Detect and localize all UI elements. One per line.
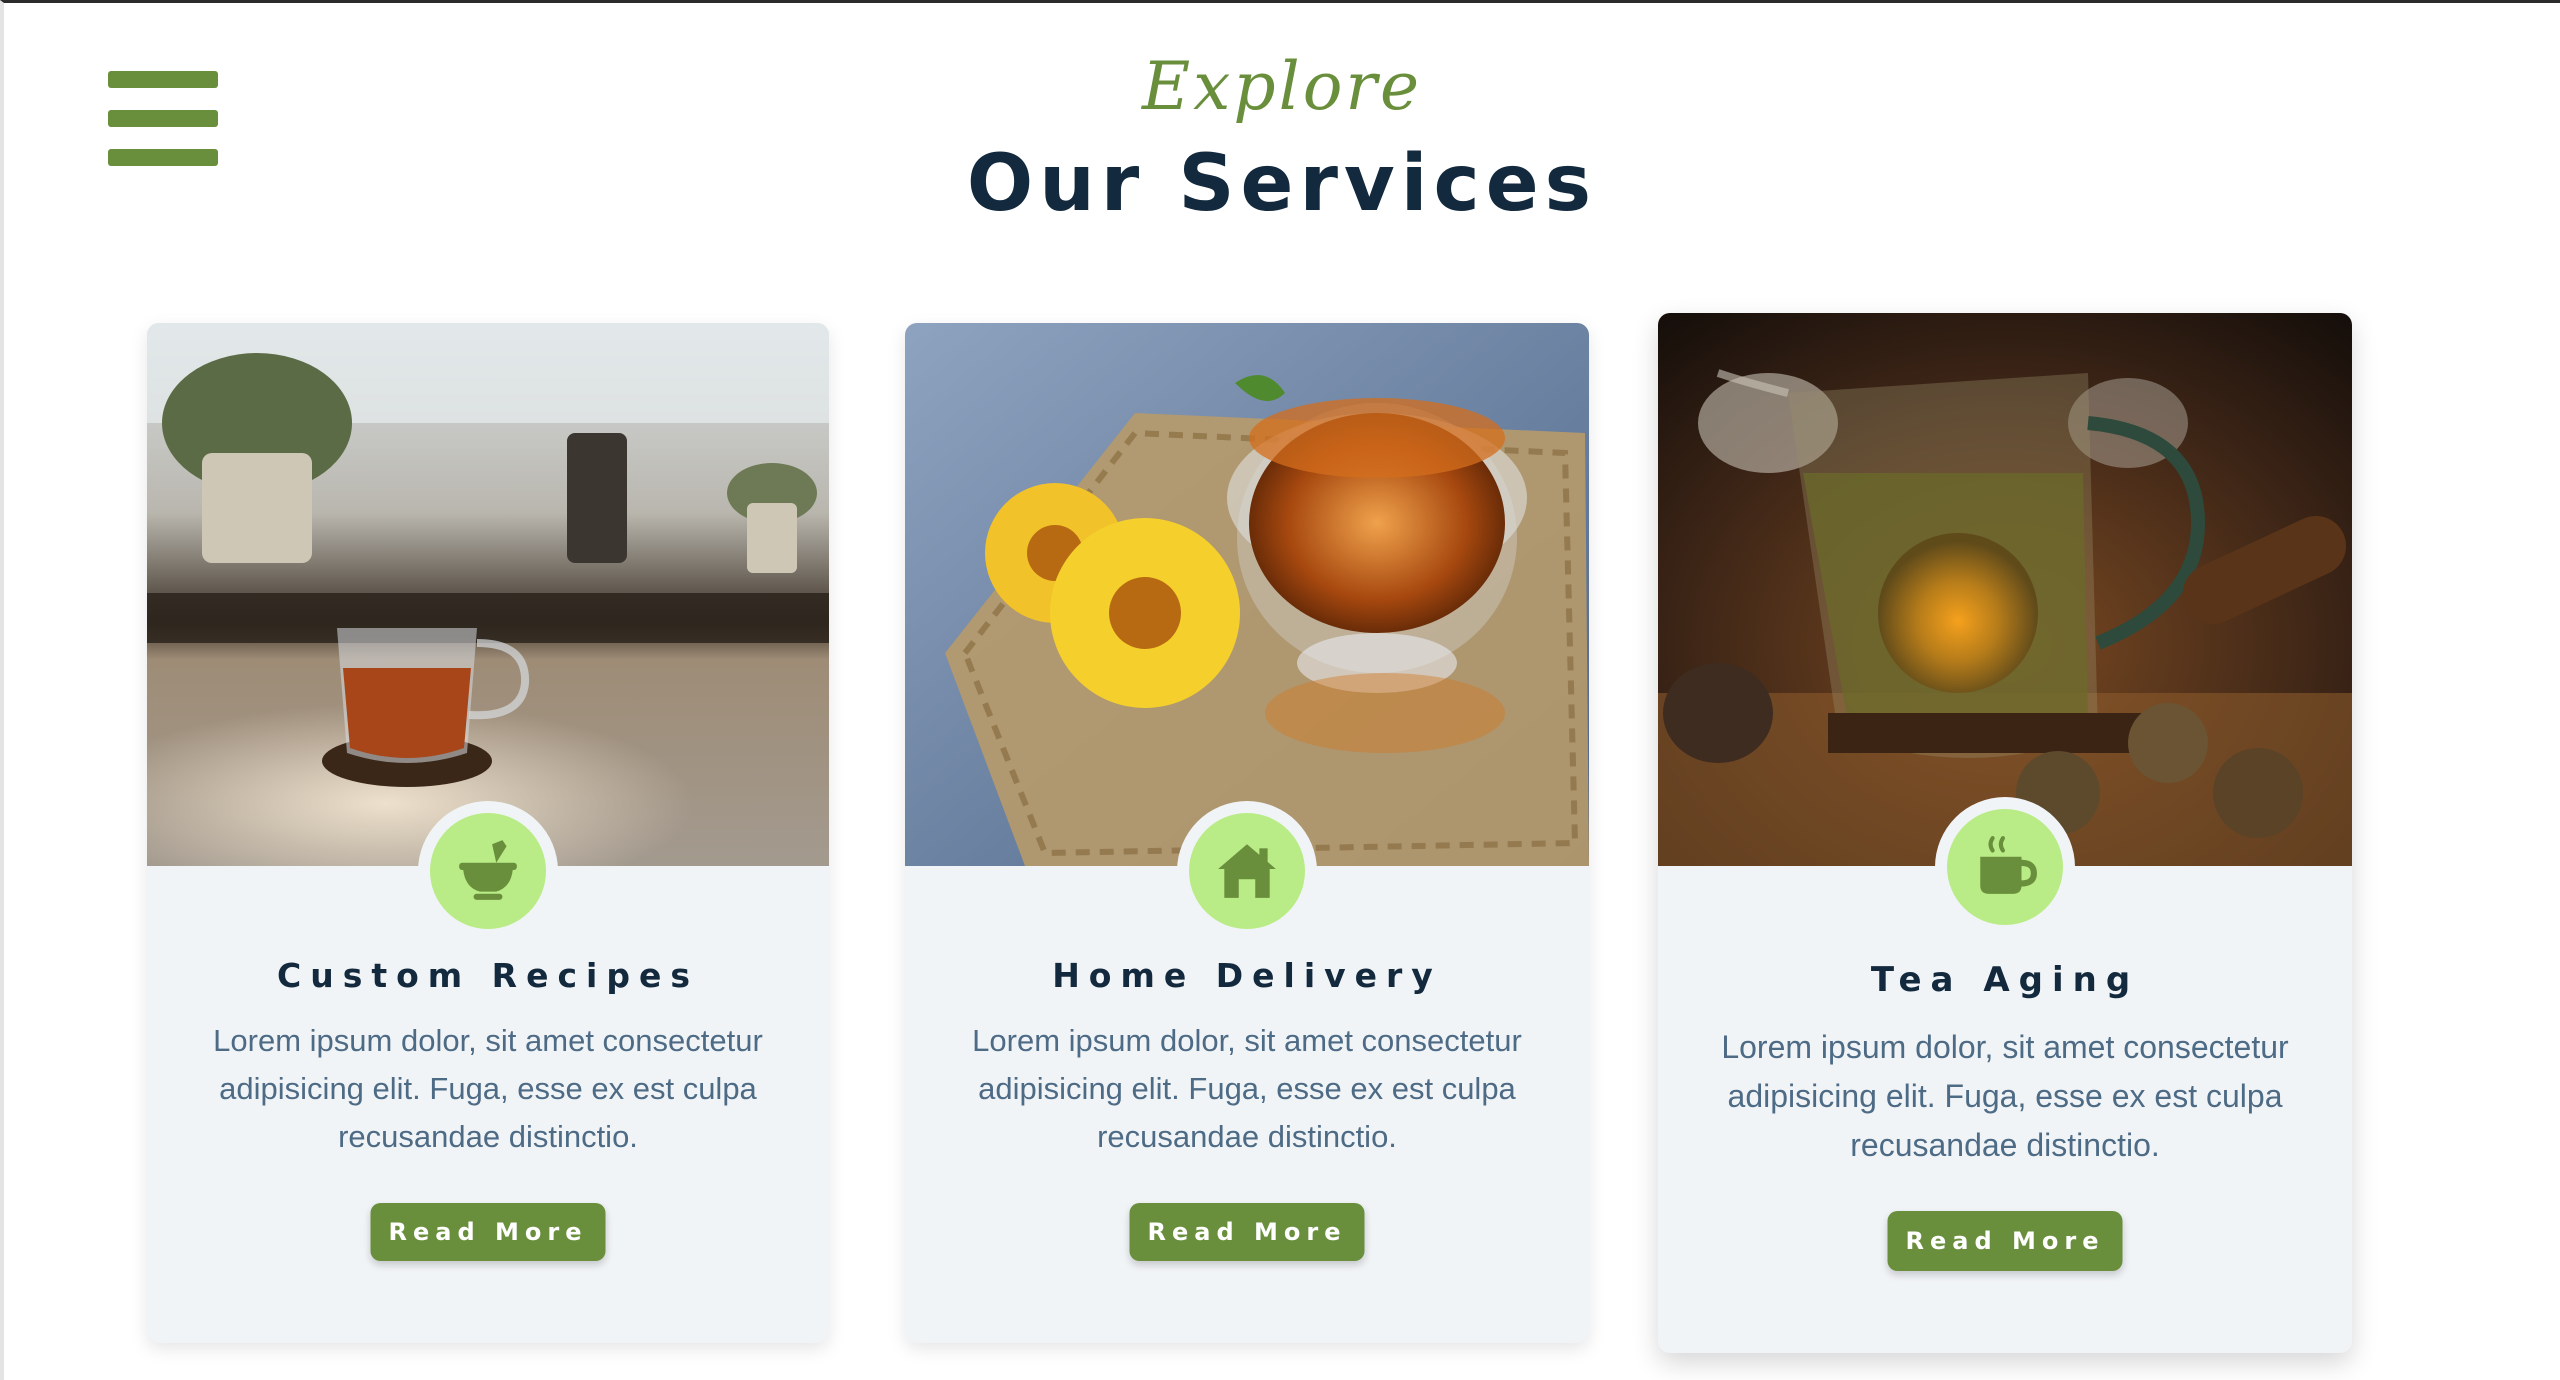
service-description: Lorem ipsum dolor, sit amet consectetur … bbox=[213, 1023, 763, 1154]
service-title: Home Delivery bbox=[1052, 956, 1442, 995]
service-card-custom-recipes: Custom Recipes Lorem ipsum dolor, sit am… bbox=[147, 323, 829, 1343]
icon-disc bbox=[1947, 809, 2063, 925]
mortar-pestle-icon bbox=[459, 840, 517, 900]
home-icon bbox=[1218, 844, 1276, 898]
page: Explore Our Services Custom Recipes Lore… bbox=[0, 0, 2560, 1380]
service-icon-badge bbox=[1177, 801, 1317, 941]
flowering-tea-pot-photo bbox=[1658, 313, 2352, 866]
service-description: Lorem ipsum dolor, sit amet consectetur … bbox=[972, 1023, 1522, 1154]
service-card-tea-aging: Tea Aging Lorem ipsum dolor, sit amet co… bbox=[1658, 313, 2352, 1353]
service-title: Tea Aging bbox=[1870, 960, 2140, 1000]
icon-disc bbox=[1189, 813, 1305, 929]
read-more-button[interactable]: Read More bbox=[1887, 1211, 2123, 1271]
service-icon-badge bbox=[418, 801, 558, 941]
service-card-home-delivery: Home Delivery Lorem ipsum dolor, sit ame… bbox=[905, 323, 1589, 1343]
service-description: Lorem ipsum dolor, sit amet consectetur … bbox=[1721, 1029, 2289, 1163]
tea-glass-with-flowers-photo bbox=[905, 323, 1589, 866]
service-icon-badge bbox=[1935, 797, 2075, 937]
service-title: Custom Recipes bbox=[277, 956, 699, 995]
read-more-button[interactable]: Read More bbox=[370, 1203, 606, 1261]
section-title: Our Services bbox=[966, 139, 1598, 229]
tea-cup-on-windowsill-photo bbox=[147, 323, 829, 866]
section-kicker: Explore bbox=[1141, 48, 1423, 125]
coffee-cup-icon bbox=[1980, 836, 2037, 894]
icon-disc bbox=[430, 813, 546, 929]
read-more-button[interactable]: Read More bbox=[1129, 1203, 1365, 1261]
